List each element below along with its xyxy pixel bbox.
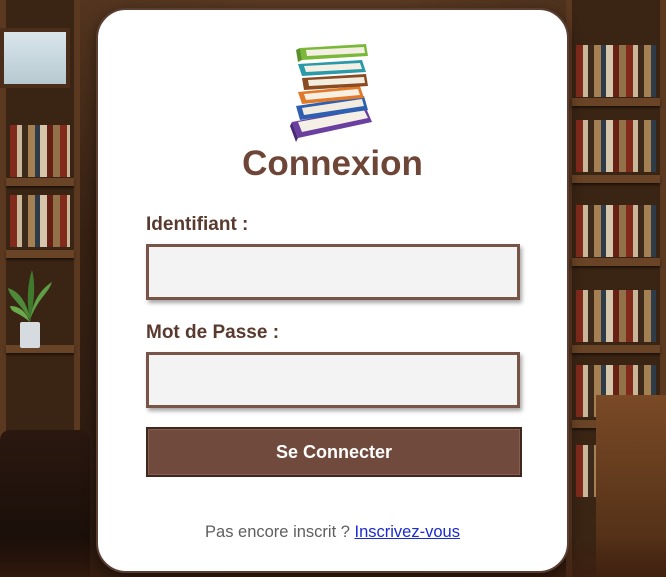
password-field[interactable] — [146, 352, 520, 408]
register-link[interactable]: Inscrivez-vous — [355, 523, 460, 541]
register-prompt-text: Pas encore inscrit ? — [205, 523, 350, 541]
password-label: Mot de Passe : — [146, 322, 280, 343]
shelf-board — [572, 175, 660, 183]
books-row — [576, 120, 656, 172]
window — [0, 28, 70, 88]
shelf-board — [572, 345, 660, 353]
login-card: Connexion Identifiant : Mot de Passe : S… — [96, 8, 569, 573]
shelf-board — [6, 178, 74, 186]
register-prompt: Pas encore inscrit ? Inscrivez-vous — [98, 523, 567, 542]
shelf-board — [572, 258, 660, 266]
stack-of-books-icon — [290, 44, 372, 142]
books-row — [576, 45, 656, 97]
potted-plant — [8, 270, 52, 348]
page-title: Connexion — [242, 144, 423, 183]
books-row — [10, 195, 70, 247]
books-row — [10, 125, 70, 177]
books-row — [576, 205, 656, 257]
username-label: Identifiant : — [146, 214, 249, 235]
login-button[interactable]: Se Connecter — [146, 427, 522, 477]
shelf-board — [6, 250, 74, 258]
username-field[interactable] — [146, 244, 520, 300]
books-row — [576, 290, 656, 342]
shelf-board — [572, 98, 660, 106]
